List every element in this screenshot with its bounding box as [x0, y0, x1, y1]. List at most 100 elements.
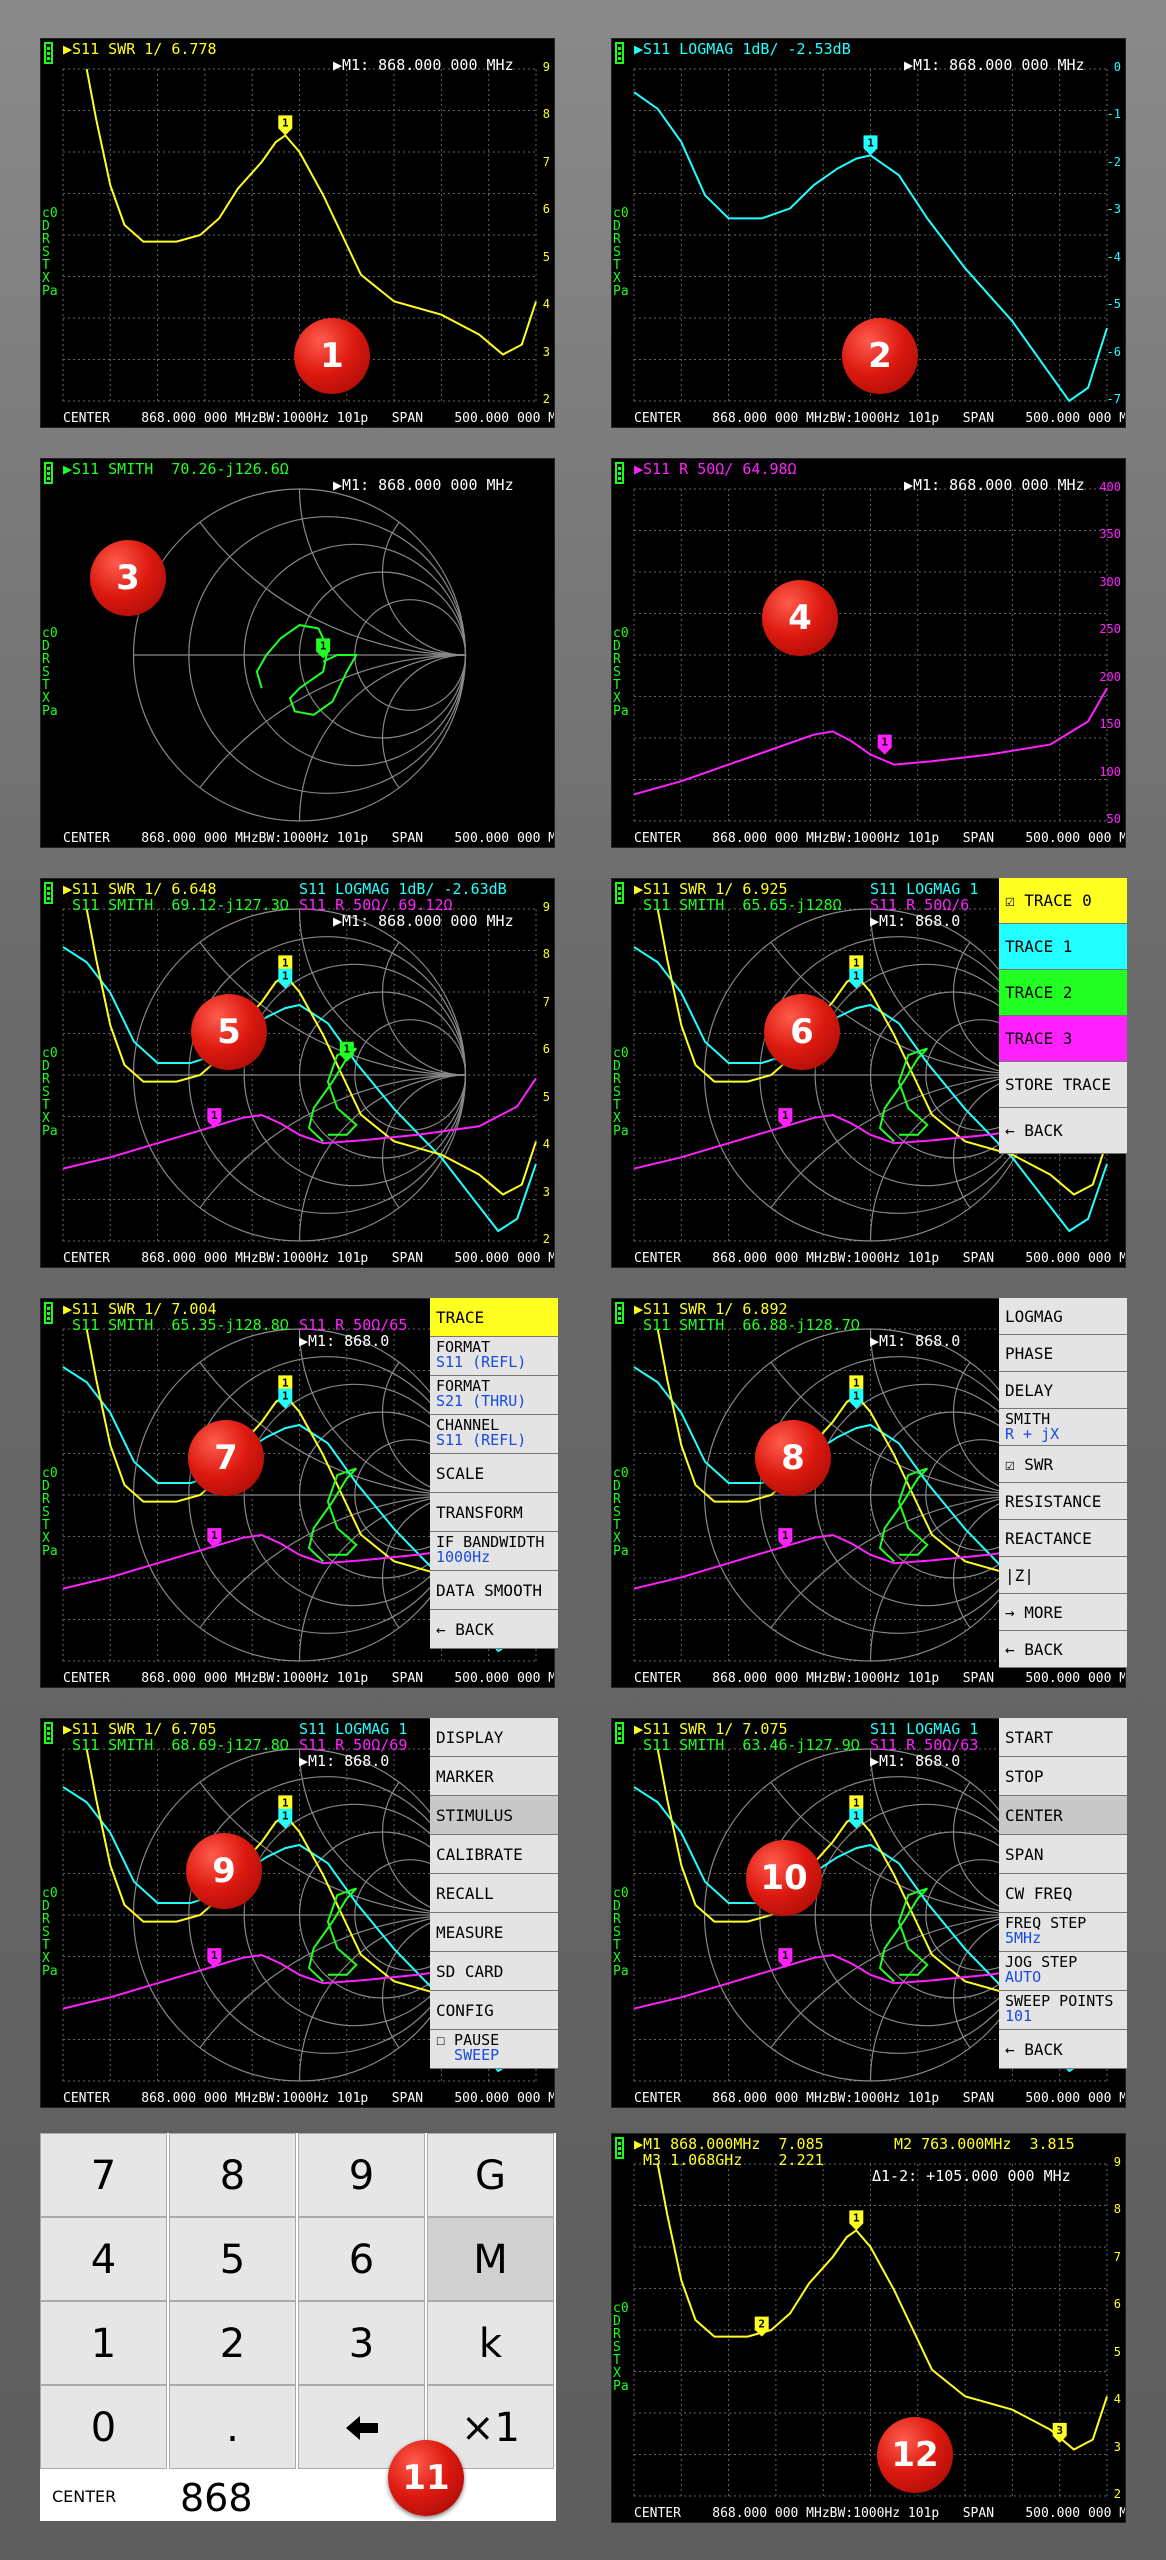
menu-item-span[interactable]: SPAN — [999, 1835, 1127, 1874]
menu-item-trace-0[interactable]: ☑ TRACE 0 — [999, 878, 1127, 924]
menu-item-display[interactable]: DISPLAY — [430, 1718, 558, 1757]
marker-number: 1 — [782, 1109, 789, 1122]
menu-item-more[interactable]: → MORE — [999, 1594, 1127, 1631]
menu-item-transform[interactable]: TRANSFORM — [430, 1493, 558, 1532]
menu-item-back[interactable]: ← BACK — [999, 1631, 1127, 1668]
menu-item-pause[interactable]: ☐ PAUSE SWEEP — [430, 2030, 558, 2069]
menu-item-cw-freq[interactable]: CW FREQ — [999, 1874, 1127, 1913]
menu-item-trace[interactable]: TRACE — [430, 1298, 558, 1337]
menu-item-label: START — [1005, 1728, 1054, 1747]
menu-item-trace-1[interactable]: TRACE 1 — [999, 924, 1127, 970]
menu-item-label: SCALE — [436, 1464, 485, 1483]
key-0[interactable]: 0 — [40, 2385, 167, 2469]
step-badge-11: 11 — [388, 2440, 464, 2516]
menu-item-label: ← BACK — [1005, 1121, 1063, 1140]
marker-readout: ▶M1: 868.000 000 MHz — [904, 476, 1085, 494]
menu-item-start[interactable]: START — [999, 1718, 1127, 1757]
step-badge-9: 9 — [186, 1833, 262, 1909]
key-dot[interactable]: . — [169, 2385, 296, 2469]
battery-icon — [44, 462, 53, 484]
menu-item-reactance[interactable]: REACTANCE — [999, 1520, 1127, 1557]
trace-smith — [307, 1047, 358, 1143]
marker-number: 2 — [758, 2318, 765, 2331]
scale-label: 8 — [542, 947, 550, 962]
menu-item-format[interactable]: FORMAT S11 (REFL) — [430, 1337, 558, 1376]
marker-number: 1 — [881, 736, 888, 749]
footer-status: CENTER 868.000 000 MHzBW:1000Hz 101p SPA… — [63, 1251, 555, 1266]
menu-item-label: |Z| — [1005, 1566, 1034, 1585]
key-M[interactable]: M — [427, 2217, 554, 2301]
menu-item-config[interactable]: CONFIG — [430, 1991, 558, 2030]
trace-header-smith: S11 SMITH 65.35-j128.8Ω — [63, 1316, 289, 1334]
marker-readout: ▶M1: 868.000 000 MHz — [333, 912, 514, 930]
key-6[interactable]: 6 — [298, 2217, 425, 2301]
menu-item-label: STOP — [1005, 1767, 1044, 1786]
menu-item-recall[interactable]: RECALL — [430, 1874, 558, 1913]
menu-item-z[interactable]: |Z| — [999, 1557, 1127, 1594]
key-k[interactable]: k — [427, 2301, 554, 2385]
marker-number: 3 — [1056, 2424, 1063, 2437]
menu-item-center[interactable]: CENTER — [999, 1796, 1127, 1835]
menu-item-back[interactable]: ← BACK — [430, 1610, 558, 1649]
menu-item-phase[interactable]: PHASE — [999, 1335, 1127, 1372]
menu-item-label: TRACE 1 — [1005, 937, 1073, 956]
menu-item-calibrate[interactable]: CALIBRATE — [430, 1835, 558, 1874]
scale-label: -7 — [1106, 392, 1121, 406]
menu-item-value: SWEEP — [436, 2046, 500, 2064]
scale-label: -4 — [1106, 249, 1121, 264]
menu-item-delay[interactable]: DELAY — [999, 1372, 1127, 1409]
menu-item-format[interactable]: FORMAT S21 (THRU) — [430, 1376, 558, 1415]
footer-status: CENTER 868.000 000 MHzBW:1000Hz 101p SPA… — [634, 2506, 1126, 2521]
numeric-keypad: 7 8 9 G 4 5 6 M 1 2 3 k 0. ×1 CENTER 868 — [40, 2133, 556, 2521]
menu-item-store-trace[interactable]: STORE TRACE — [999, 1062, 1127, 1108]
menu-item-freq-step[interactable]: FREQ STEP 5MHz — [999, 1913, 1127, 1952]
key-5[interactable]: 5 — [169, 2217, 296, 2301]
footer-status: CENTER 868.000 000 MHzBW:1000Hz 101p SPA… — [634, 831, 1126, 846]
menu-item-marker[interactable]: MARKER — [430, 1757, 558, 1796]
scale-label: -6 — [1106, 344, 1121, 359]
key-4[interactable]: 4 — [40, 2217, 167, 2301]
menu-item-stop[interactable]: STOP — [999, 1757, 1127, 1796]
marker-number: 1 — [343, 1043, 350, 1056]
trace-header-primary: ▶S11 LOGMAG 1dB/ -2.53dB — [634, 40, 851, 58]
menu-item-back[interactable]: ← BACK — [999, 1108, 1127, 1154]
key-2[interactable]: 2 — [169, 2301, 296, 2385]
key-7[interactable]: 7 — [40, 2133, 167, 2217]
menu-item-trace-2[interactable]: TRACE 2 — [999, 970, 1127, 1016]
scale-label: 7 — [542, 154, 550, 169]
marker-number: 1 — [211, 1529, 218, 1542]
menu-item-data-smooth[interactable]: DATA SMOOTH — [430, 1571, 558, 1610]
trace-header-smith: S11 SMITH 65.65-j128Ω — [634, 896, 842, 914]
menu-item-scale[interactable]: SCALE — [430, 1454, 558, 1493]
scale-label: 2 — [542, 1232, 550, 1246]
key-1[interactable]: 1 — [40, 2301, 167, 2385]
menu-item-if-bandwidth[interactable]: IF BANDWIDTH 1000Hz — [430, 1532, 558, 1571]
menu-item-logmag[interactable]: LOGMAG — [999, 1298, 1127, 1335]
scale-label: 0 — [1113, 60, 1121, 74]
screen-panel-5: 1 1 1 1 9 8 7 6 5 4 3 2 ▶S11 SWR 1/ 6.648 S11 LOGMAG … — [40, 878, 555, 1268]
menu-item-measure[interactable]: MEASURE — [430, 1913, 558, 1952]
menu-item-sd-card[interactable]: SD CARD — [430, 1952, 558, 1991]
key-3[interactable]: 3 — [298, 2301, 425, 2385]
marker-number: 1 — [320, 639, 327, 652]
scale-label: 9 — [1113, 2155, 1121, 2169]
menu-item-channel[interactable]: CHANNEL S11 (REFL) — [430, 1415, 558, 1454]
menu-item-sweep-points[interactable]: SWEEP POINTS 101 — [999, 1991, 1127, 2030]
key-8[interactable]: 8 — [169, 2133, 296, 2217]
battery-icon — [615, 1302, 624, 1324]
scale-label: 5 — [542, 1089, 550, 1104]
menu-item-stimulus[interactable]: STIMULUS — [430, 1796, 558, 1835]
menu-item-label: STIMULUS — [436, 1806, 514, 1825]
marker-number: 1 — [211, 1109, 218, 1122]
menu-item-value: S21 (THRU) — [436, 1392, 527, 1410]
key-9[interactable]: 9 — [298, 2133, 425, 2217]
menu-item-back[interactable]: ← BACK — [999, 2030, 1127, 2069]
key-G[interactable]: G — [427, 2133, 554, 2217]
menu-item-smith[interactable]: SMITH R + jX — [999, 1409, 1127, 1446]
marker-readout: ▶M1: 868.0 — [870, 1752, 961, 1770]
menu-item-resistance[interactable]: RESISTANCE — [999, 1483, 1127, 1520]
menu-item-swr[interactable]: ☑ SWR — [999, 1446, 1127, 1483]
menu-item-jog-step[interactable]: JOG STEP AUTO — [999, 1952, 1127, 1991]
menu-item-label: → MORE — [1005, 1603, 1063, 1622]
menu-item-trace-3[interactable]: TRACE 3 — [999, 1016, 1127, 1062]
